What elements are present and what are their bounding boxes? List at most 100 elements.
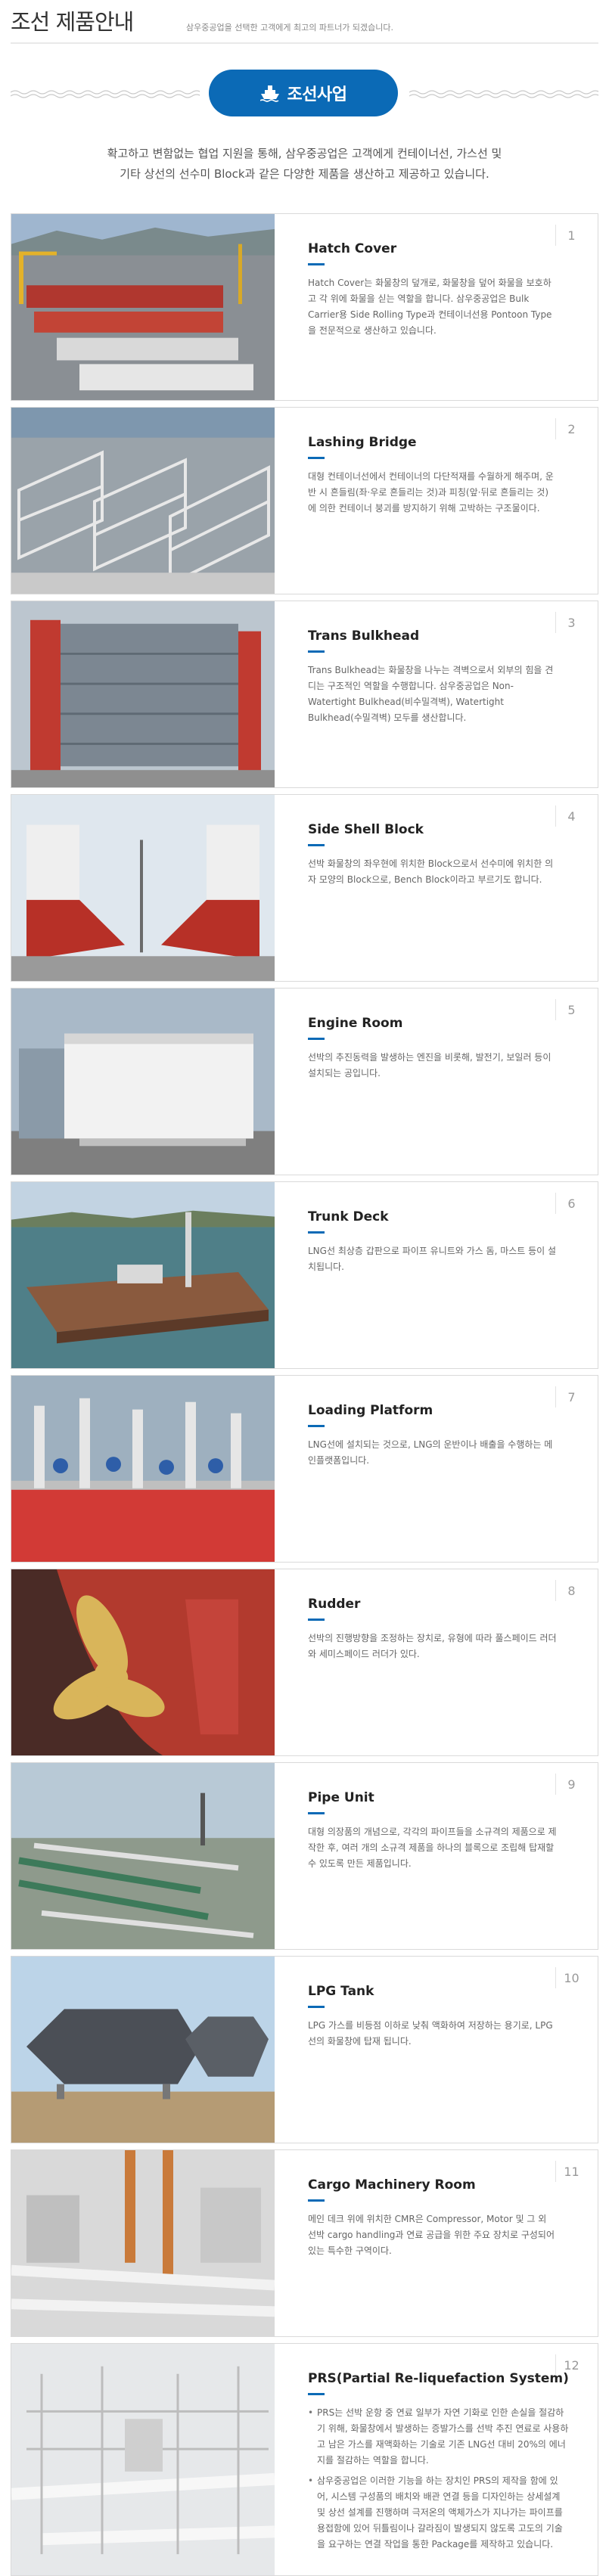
product-name: PRS(Partial Re-liquefaction System): [308, 2371, 569, 2386]
product-item: 12 PRS(Partial Re-liquefaction System) P…: [11, 2343, 598, 2576]
product-info: 3 Trans Bulkhead Trans Bulkhead는 화물창을 나누…: [308, 601, 587, 726]
product-photo: [11, 1957, 275, 2143]
product-item: 1 Hatch Cover Hatch Cover는 화물창의 덮개로, 화물창…: [11, 213, 598, 401]
product-info: 7 Loading Platform LNG선에 설치되는 것으로, LNG의 …: [308, 1376, 587, 1469]
product-info: 6 Trunk Deck LNG선 최상층 갑판으로 파이프 유니트와 가스 돔…: [308, 1182, 587, 1275]
product-item: 3 Trans Bulkhead Trans Bulkhead는 화물창을 나누…: [11, 601, 598, 788]
product-photo: [11, 1763, 275, 1949]
accent-bar: [308, 1425, 325, 1427]
item-number: 1: [555, 225, 587, 246]
product-name: LPG Tank: [308, 1984, 374, 1999]
product-photo: [11, 408, 275, 594]
product-name: Pipe Unit: [308, 1790, 374, 1805]
product-name: Rudder: [308, 1597, 361, 1612]
product-photo: [11, 2150, 275, 2336]
wave-divider-right: [409, 90, 598, 98]
product-description: LNG선 최상층 갑판으로 파이프 유니트와 가스 돔, 마스트 등이 설치됩니…: [308, 1246, 557, 1272]
product-item: 4 Side Shell Block 선박 화물창의 좌우현에 위치한 Bloc…: [11, 794, 598, 982]
header-divider: [11, 42, 598, 44]
product-name: Hatch Cover: [308, 241, 397, 256]
product-photo: [11, 1376, 275, 1562]
product-description: 대형 의장품의 개념으로, 각각의 파이프들을 소규격의 제품으로 제작한 후,…: [308, 1826, 557, 1869]
item-number: 11: [555, 2161, 587, 2182]
product-photo: [11, 989, 275, 1175]
product-name: Side Shell Block: [308, 822, 424, 837]
product-description: LNG선에 설치되는 것으로, LNG의 운반이나 배출을 수행하는 메인플랫폼…: [308, 1439, 553, 1466]
product-item: 9 Pipe Unit 대형 의장품의 개념으로, 각각의 파이프들을 소규격의…: [11, 1762, 598, 1950]
product-description: 선박 화물창의 좌우현에 위치한 Block으로서 선수미에 위치한 의자 모양…: [308, 858, 554, 885]
accent-bar: [308, 2006, 325, 2008]
intro-line-2: 기타 상선의 선수미 Block과 같은 다양한 제품을 생산하고 제공하고 있…: [120, 167, 489, 181]
section-label: 조선사업: [287, 85, 347, 104]
product-name: Trunk Deck: [308, 1209, 389, 1224]
product-info: 2 Lashing Bridge 대형 컨테이너선에서 컨테이너의 다단적재를 …: [308, 408, 587, 517]
product-info: 5 Engine Room 선박의 추진동력을 발생하는 엔진을 비롯해, 발전…: [308, 989, 587, 1082]
product-item: 2 Lashing Bridge 대형 컨테이너선에서 컨테이너의 다단적재를 …: [11, 407, 598, 594]
accent-bar: [308, 457, 325, 459]
product-photo: [11, 795, 275, 981]
product-item: 10 LPG Tank LPG 가스를 비등점 이하로 낮춰 액화하여 저장하는…: [11, 1956, 598, 2143]
accent-bar: [308, 2199, 325, 2202]
bullet-item: 삼우중공업은 이러한 기능을 하는 장치인 PRS의 제작을 함에 있어, 시스…: [308, 2473, 569, 2553]
accent-bar: [308, 1812, 325, 1814]
accent-bar: [308, 1038, 325, 1040]
intro-text: 확고하고 변함없는 협업 지원을 통해, 삼우중공업은 고객에게 컨테이너선, …: [53, 144, 556, 185]
product-info: 12 PRS(Partial Re-liquefaction System) P…: [308, 2344, 587, 2557]
product-description: 대형 컨테이너선에서 컨테이너의 다단적재를 수월하게 해주며, 운반 시 흔들…: [308, 471, 554, 514]
product-name: Loading Platform: [308, 1403, 433, 1418]
product-name: Trans Bulkhead: [308, 628, 420, 644]
page-title: 조선 제품안내: [11, 9, 134, 35]
product-item: 8 Rudder 선박의 진행방향을 조정하는 장치로, 유형에 따라 풀스페이…: [11, 1569, 598, 1756]
section-badge: 조선사업: [209, 70, 398, 116]
product-description: 선박의 진행방향을 조정하는 장치로, 유형에 따라 풀스페이드 러더와 세미스…: [308, 1633, 557, 1659]
item-number: 5: [555, 999, 587, 1020]
product-name: Cargo Machinery Room: [308, 2177, 476, 2193]
product-description: 메인 데크 위에 위치한 CMR은 Compressor, Motor 및 그 …: [308, 2214, 555, 2256]
product-description: LPG 가스를 비등점 이하로 낮춰 액화하여 저장하는 용기로, LPG선의 …: [308, 2020, 553, 2047]
product-info: 11 Cargo Machinery Room 메인 데크 위에 위치한 CMR…: [308, 2150, 587, 2259]
page-header: 조선 제품안내 삼우중공업을 선택한 고객에게 최고의 파트너가 되겠습니다.: [0, 0, 609, 48]
product-name: Lashing Bridge: [308, 435, 417, 450]
ship-icon: [259, 85, 279, 102]
wave-divider-left: [11, 90, 200, 98]
accent-bar: [308, 1231, 325, 1234]
intro-line-1: 확고하고 변함없는 협업 지원을 통해, 삼우중공업은 고객에게 컨테이너선, …: [107, 147, 502, 160]
product-photo: [11, 601, 275, 787]
item-number: 3: [555, 612, 587, 633]
product-description: Trans Bulkhead는 화물창을 나누는 격벽으로서 외부의 힘을 견디…: [308, 665, 554, 723]
product-bullets: PRS는 선박 운항 중 연료 일부가 자연 기화로 인한 손실을 절감하기 위…: [308, 2405, 569, 2553]
product-list: 1 Hatch Cover Hatch Cover는 화물창의 덮개로, 화물창…: [11, 213, 598, 2576]
item-number: 6: [555, 1193, 587, 1214]
product-photo: [11, 2344, 275, 2575]
product-info: 9 Pipe Unit 대형 의장품의 개념으로, 각각의 파이프들을 소규격의…: [308, 1763, 587, 1872]
accent-bar: [308, 650, 325, 653]
bullet-item: PRS는 선박 운항 중 연료 일부가 자연 기화로 인한 손실을 절감하기 위…: [308, 2405, 569, 2469]
product-description: 선박의 추진동력을 발생하는 엔진을 비롯해, 발전기, 보일러 등이 설치되는…: [308, 1052, 552, 1079]
product-photo: [11, 1569, 275, 1755]
accent-bar: [308, 844, 325, 846]
product-description: Hatch Cover는 화물창의 덮개로, 화물창을 덮어 화물을 보호하고 …: [308, 278, 552, 336]
item-number: 12: [555, 2354, 587, 2376]
item-number: 2: [555, 418, 587, 439]
item-number: 9: [555, 1774, 587, 1795]
product-photo: [11, 1182, 275, 1368]
product-info: 1 Hatch Cover Hatch Cover는 화물창의 덮개로, 화물창…: [308, 214, 587, 339]
item-number: 10: [555, 1967, 587, 1988]
product-info: 10 LPG Tank LPG 가스를 비등점 이하로 낮춰 액화하여 저장하는…: [308, 1957, 587, 2050]
product-item: 5 Engine Room 선박의 추진동력을 발생하는 엔진을 비롯해, 발전…: [11, 988, 598, 1175]
accent-bar: [308, 263, 325, 265]
product-name: Engine Room: [308, 1016, 403, 1031]
item-number: 4: [555, 805, 587, 827]
page-subtitle: 삼우중공업을 선택한 고객에게 최고의 파트너가 되겠습니다.: [186, 23, 393, 33]
item-number: 8: [555, 1580, 587, 1601]
product-item: 6 Trunk Deck LNG선 최상층 갑판으로 파이프 유니트와 가스 돔…: [11, 1181, 598, 1369]
product-info: 4 Side Shell Block 선박 화물창의 좌우현에 위치한 Bloc…: [308, 795, 587, 888]
product-item: 7 Loading Platform LNG선에 설치되는 것으로, LNG의 …: [11, 1375, 598, 1563]
product-info: 8 Rudder 선박의 진행방향을 조정하는 장치로, 유형에 따라 풀스페이…: [308, 1569, 587, 1662]
item-number: 7: [555, 1386, 587, 1407]
product-item: 11 Cargo Machinery Room 메인 데크 위에 위치한 CMR…: [11, 2149, 598, 2337]
section-band: 조선사업: [0, 70, 609, 118]
product-photo: [11, 214, 275, 400]
accent-bar: [308, 2393, 325, 2395]
accent-bar: [308, 1619, 325, 1621]
